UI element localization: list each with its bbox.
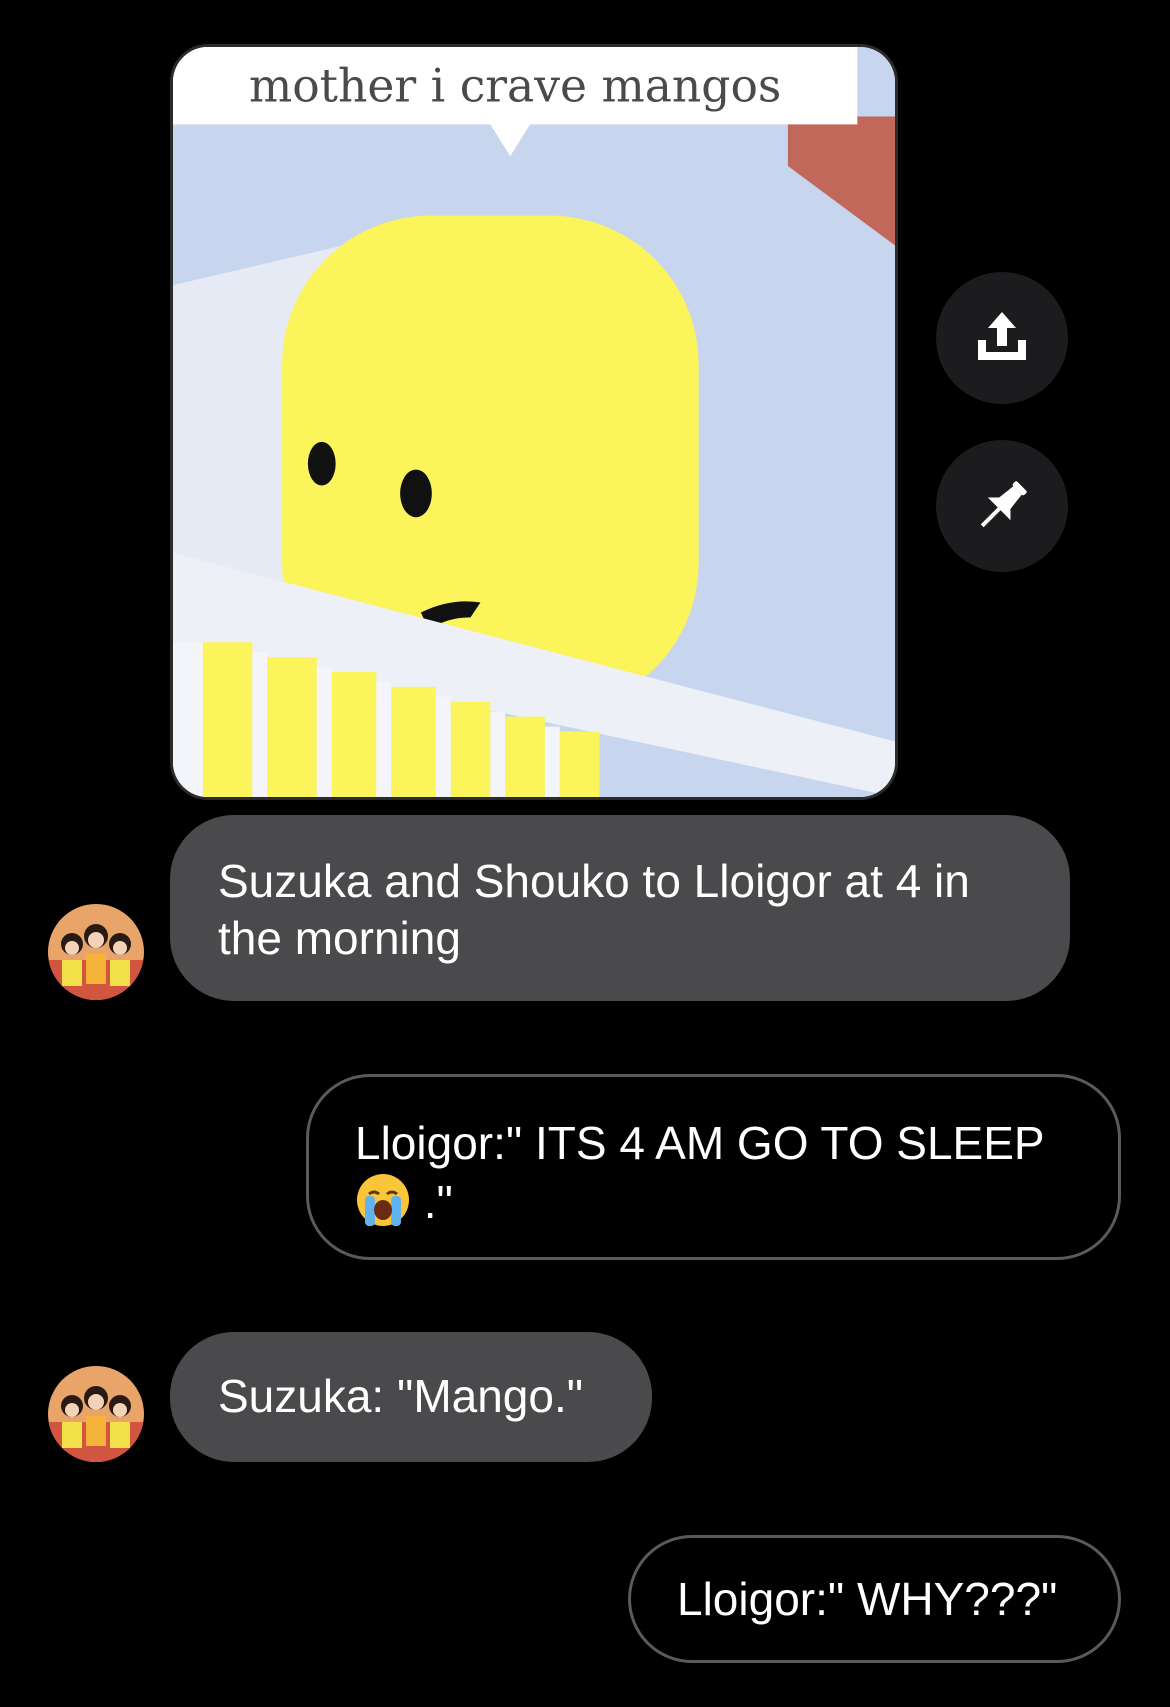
outgoing-message[interactable]: Lloigor:" WHY???" — [628, 1535, 1121, 1663]
share-button[interactable] — [936, 272, 1068, 404]
message-text: Lloigor:" ITS 4 AM GO TO SLEEP — [355, 1117, 1045, 1169]
outgoing-message[interactable]: Lloigor:" ITS 4 AM GO TO SLEEP ." — [306, 1074, 1121, 1260]
message-text-suffix: ." — [411, 1176, 453, 1228]
message-text: Suzuka and Shouko to Lloigor at 4 in the… — [218, 855, 970, 964]
message-text: Suzuka: "Mango." — [218, 1370, 584, 1422]
message-text: Lloigor:" WHY???" — [677, 1573, 1058, 1625]
avatar[interactable] — [48, 904, 144, 1000]
shared-image-message[interactable]: mother i crave mangos — [170, 44, 898, 800]
share-upload-icon — [978, 312, 1026, 360]
avatar[interactable] — [48, 1366, 144, 1462]
meme-caption: mother i crave mangos — [249, 60, 781, 113]
pin-button[interactable] — [936, 440, 1068, 572]
meme-image: mother i crave mangos — [173, 47, 895, 797]
pin-icon — [980, 481, 1027, 528]
loudly-crying-face-icon — [357, 1174, 409, 1226]
incoming-message[interactable]: Suzuka: "Mango." — [170, 1332, 652, 1462]
incoming-message[interactable]: Suzuka and Shouko to Lloigor at 4 in the… — [170, 815, 1070, 1001]
